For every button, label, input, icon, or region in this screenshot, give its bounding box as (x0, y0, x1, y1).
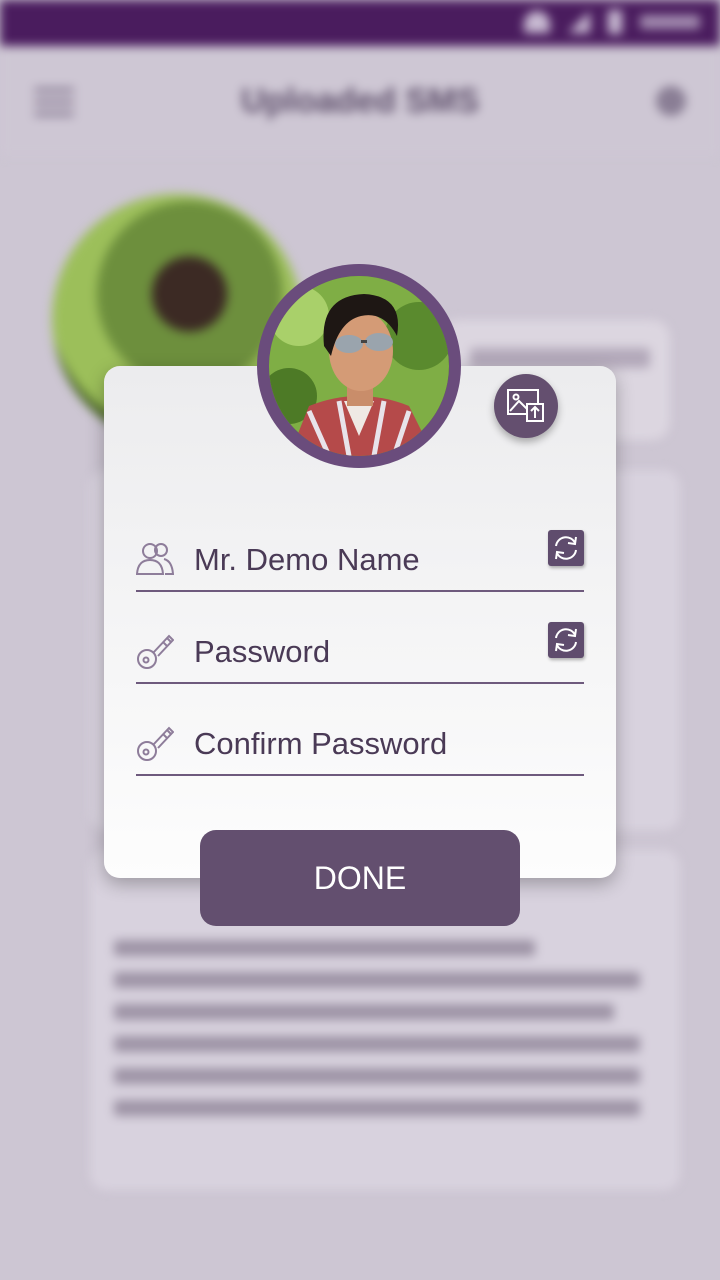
key-icon (137, 634, 174, 669)
refresh-icon (555, 628, 577, 652)
app-bar: Uploaded SMS (0, 46, 720, 156)
password-field[interactable]: Password (136, 622, 584, 684)
refresh-icon (555, 536, 577, 560)
user-group-icon (136, 543, 174, 575)
profile-photo-image (269, 276, 449, 456)
name-field[interactable]: Mr. Demo Name (136, 530, 584, 592)
profile-photo (257, 264, 461, 468)
clock-text (640, 15, 700, 29)
confirm-password-input[interactable]: Confirm Password (194, 726, 447, 762)
refresh-name-button[interactable] (548, 530, 584, 566)
upload-photo-button[interactable] (494, 374, 558, 438)
signal-icon (568, 11, 590, 33)
page-title: Uploaded SMS (240, 82, 480, 120)
image-upload-icon (507, 389, 544, 422)
password-input[interactable]: Password (194, 634, 330, 670)
refresh-password-button[interactable] (548, 622, 584, 658)
status-bar (0, 0, 720, 46)
name-value[interactable]: Mr. Demo Name (194, 542, 420, 578)
action-icon (656, 86, 686, 116)
battery-icon (608, 10, 622, 34)
wifi-icon (524, 11, 550, 33)
confirm-password-field[interactable]: Confirm Password (136, 714, 584, 776)
key-icon (137, 726, 174, 761)
done-button[interactable]: DONE (200, 830, 520, 926)
